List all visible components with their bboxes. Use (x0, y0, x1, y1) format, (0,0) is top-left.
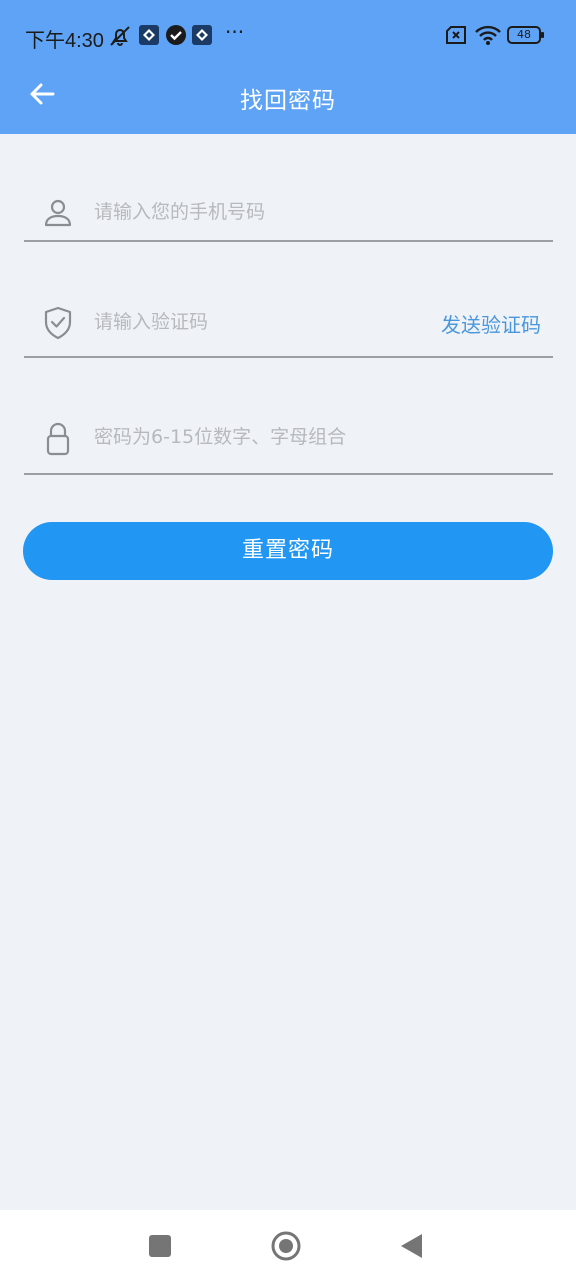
page-title: 找回密码 (240, 88, 336, 114)
back-triangle-icon[interactable] (398, 1232, 424, 1264)
more-notifications-icon: ··· (225, 20, 245, 44)
password-field (24, 413, 553, 475)
app-notification-icon (138, 24, 160, 50)
recents-square-icon[interactable] (148, 1234, 172, 1262)
no-sim-icon (444, 24, 468, 50)
code-input[interactable] (94, 302, 424, 342)
check-badge-icon (165, 24, 187, 50)
shield-check-icon (42, 306, 74, 340)
send-code-button[interactable]: 发送验证码 (441, 309, 541, 338)
app-header: 下午4:30 ··· 48 找回密码 (0, 0, 576, 134)
wifi-icon (474, 24, 502, 50)
status-time: 下午4:30 (25, 30, 104, 52)
password-input[interactable] (94, 417, 424, 457)
muted-bell-icon (108, 24, 132, 52)
phone-field (24, 180, 553, 242)
lock-icon (42, 421, 74, 456)
reset-password-button[interactable]: 重置密码 (23, 522, 553, 580)
battery-level: 48 (517, 28, 531, 41)
battery-icon: 48 (507, 25, 545, 49)
system-nav-bar (0, 1210, 576, 1280)
home-circle-icon[interactable] (270, 1230, 302, 1266)
app-notification-icon (191, 24, 213, 50)
phone-input[interactable] (94, 192, 424, 232)
code-field: 发送验证码 (24, 296, 553, 358)
title-bar: 找回密码 (0, 60, 576, 134)
user-icon (42, 196, 74, 228)
